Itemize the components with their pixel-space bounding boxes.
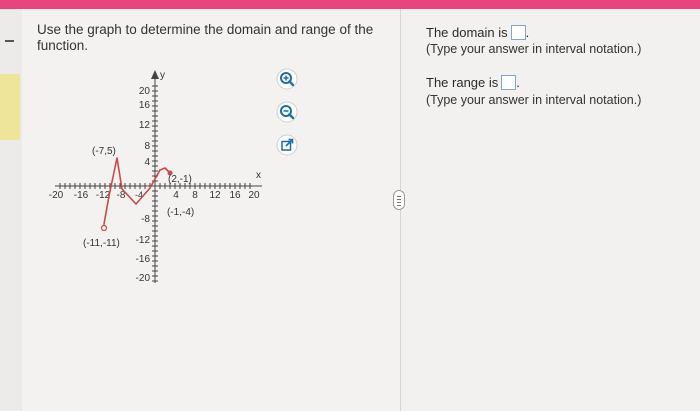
domain-input[interactable] <box>510 25 526 40</box>
x-tick-label: -20 <box>49 190 64 201</box>
x-tick-label: 4 <box>173 190 179 201</box>
x-tick-label: 20 <box>248 190 260 201</box>
zoom-out-icon[interactable] <box>276 101 298 123</box>
domain-hint: (Type your answer in interval notation.) <box>426 42 642 56</box>
y-tick-label: -8 <box>141 214 150 225</box>
panel-resize-handle[interactable] <box>393 190 405 210</box>
x-axis-label: x <box>256 170 261 181</box>
y-tick-label: 8 <box>144 141 150 152</box>
range-input[interactable] <box>501 75 517 90</box>
point-label: (2,-1) <box>168 174 192 185</box>
range-hint: (Type your answer in interval notation.) <box>426 93 642 107</box>
zoom-in-icon[interactable] <box>276 68 298 90</box>
y-tick-label: 12 <box>139 120 151 131</box>
point-label: (-1,-4) <box>167 207 194 218</box>
y-axis-arrow <box>151 70 159 79</box>
range-line: The range is. <box>426 75 520 90</box>
point-label: (-7,5) <box>92 146 116 157</box>
range-label: The range is <box>426 75 499 90</box>
y-tick-label: 4 <box>144 157 150 168</box>
open-external-icon[interactable] <box>276 134 298 156</box>
y-tick-label: 20 <box>139 86 151 97</box>
y-axis-label: y <box>160 70 165 81</box>
function-graph: y x -20 -16 -12 -8 -4 4 8 12 16 20 20 16… <box>49 70 262 284</box>
x-tick-label: -16 <box>74 190 89 201</box>
y-tick-label: -20 <box>136 273 151 284</box>
point-label: (-11,-11) <box>83 238 120 249</box>
domain-line: The domain is. <box>426 25 530 40</box>
y-tick-label: -12 <box>136 235 151 246</box>
x-tick-label: 8 <box>192 190 198 201</box>
x-tick-label: 16 <box>229 190 241 201</box>
open-endpoint <box>100 224 108 232</box>
answer-panel <box>400 9 700 411</box>
y-tick-label: 16 <box>139 100 151 111</box>
y-tick-label: -16 <box>136 254 151 265</box>
domain-label: The domain is <box>426 25 508 40</box>
x-tick-label: 12 <box>209 190 221 201</box>
